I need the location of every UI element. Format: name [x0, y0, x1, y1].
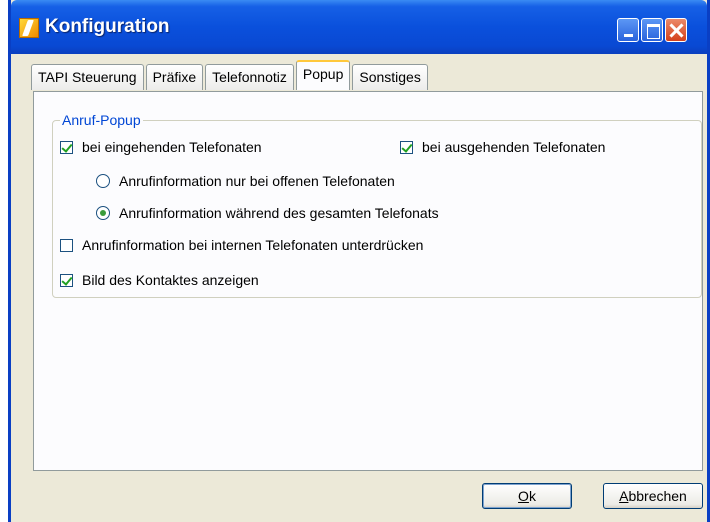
minimize-button[interactable]	[617, 18, 639, 42]
radio-open-calls[interactable]	[96, 174, 110, 188]
window-title: Konfiguration	[45, 16, 170, 37]
group-anruf-popup: Anruf-Popup bei eingehenden Telefonaten …	[52, 112, 702, 298]
tab-panel-popup: Anruf-Popup bei eingehenden Telefonaten …	[33, 91, 703, 471]
radio-whole-call[interactable]	[96, 206, 110, 220]
tab-strip: TAPI Steuerung Präfixe Telefonnotiz Popu…	[31, 60, 430, 90]
app-icon	[19, 18, 39, 38]
cancel-label-rest: bbrechen	[628, 488, 687, 504]
outgoing-calls-checkbox[interactable]	[400, 140, 413, 154]
radio-whole-call-option[interactable]: Anrufinformation während des gesamten Te…	[96, 203, 439, 223]
maximize-button[interactable]	[641, 18, 663, 42]
suppress-internal-checkbox[interactable]	[60, 238, 73, 252]
radio-open-calls-label: Anrufinformation nur bei offenen Telefon…	[119, 173, 395, 189]
tab-telefonnotiz[interactable]: Telefonnotiz	[205, 64, 294, 90]
ok-mnemonic: O	[518, 488, 529, 504]
show-contact-image-label: Bild des Kontaktes anzeigen	[82, 272, 259, 288]
radio-whole-call-label: Anrufinformation während des gesamten Te…	[119, 205, 439, 221]
show-contact-image-checkbox[interactable]	[60, 273, 73, 287]
cancel-button[interactable]: Abbrechen	[603, 483, 703, 509]
ok-label-rest: k	[528, 488, 536, 504]
title-bar[interactable]: Konfiguration	[11, 0, 707, 54]
tab-tapi-steuerung[interactable]: TAPI Steuerung	[31, 64, 144, 90]
outgoing-calls-label: bei ausgehenden Telefonaten	[422, 139, 606, 155]
show-contact-image-option[interactable]: Bild des Kontaktes anzeigen	[60, 270, 259, 290]
tab-sonstiges[interactable]: Sonstiges	[352, 64, 428, 90]
incoming-calls-label: bei eingehenden Telefonaten	[82, 139, 262, 155]
incoming-calls-checkbox[interactable]	[60, 140, 73, 154]
radio-open-calls-option[interactable]: Anrufinformation nur bei offenen Telefon…	[96, 171, 395, 191]
close-button[interactable]	[665, 18, 687, 42]
suppress-internal-label: Anrufinformation bei internen Telefonate…	[82, 237, 424, 253]
outgoing-calls-option[interactable]: bei ausgehenden Telefonaten	[400, 137, 605, 157]
config-window: Konfiguration TAPI Steuerung Präfixe Tel…	[8, 0, 710, 522]
tab-praefixe[interactable]: Präfixe	[145, 64, 204, 90]
suppress-internal-option[interactable]: Anrufinformation bei internen Telefonate…	[60, 235, 423, 255]
group-label: Anruf-Popup	[60, 112, 143, 128]
ok-button[interactable]: Ok	[482, 483, 572, 509]
incoming-calls-option[interactable]: bei eingehenden Telefonaten	[60, 137, 262, 157]
tab-popup[interactable]: Popup	[295, 60, 351, 90]
